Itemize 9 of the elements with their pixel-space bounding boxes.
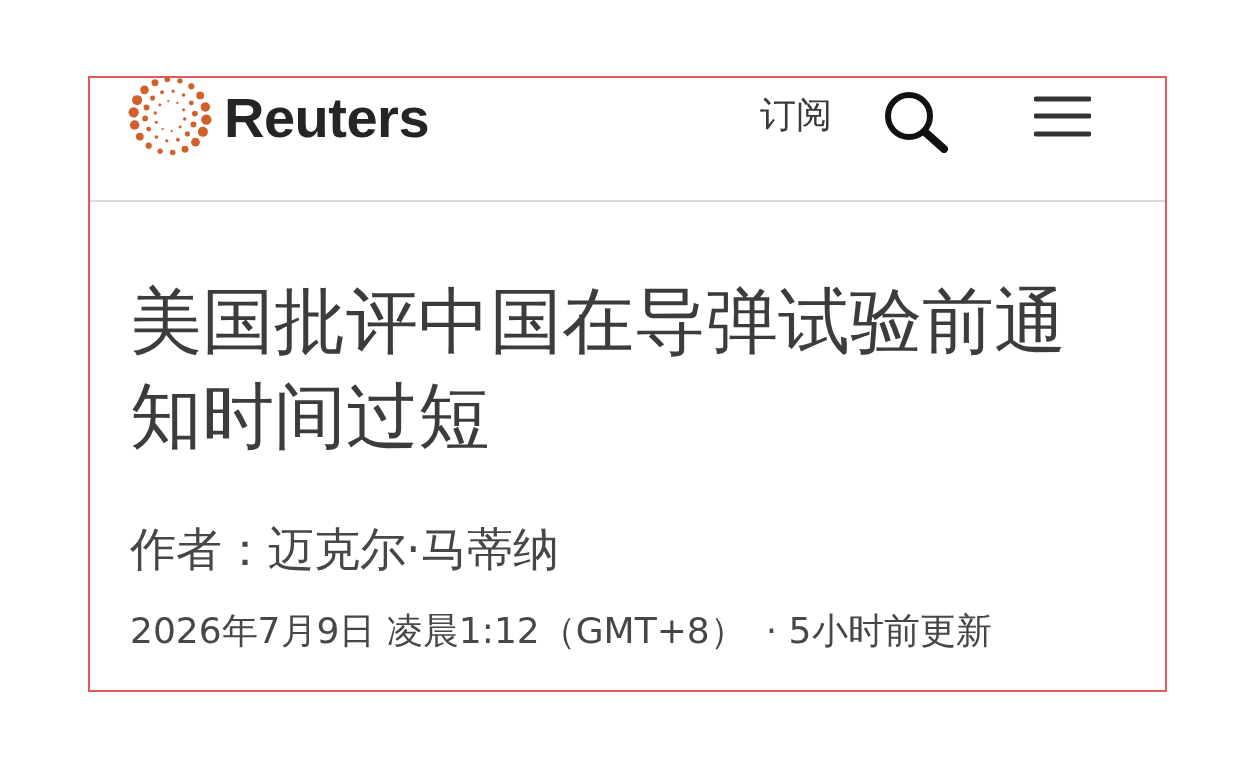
update-time: · 5小时前更新 — [765, 609, 992, 653]
publish-date: 2026年7月9日 凌晨1:12（GMT+8） — [130, 609, 746, 653]
menu-icon[interactable] — [1034, 96, 1091, 138]
headline: 美国批评中国在导弹试验前通知时间过短 — [130, 278, 1067, 460]
brand-name: Reuters — [224, 90, 430, 146]
dotted-ring-logo-icon — [128, 74, 212, 158]
subscribe-link[interactable]: 订阅 — [760, 93, 832, 137]
search-icon[interactable] — [884, 91, 950, 153]
byline: 作者：迈克尔·马蒂纳 — [130, 521, 560, 578]
